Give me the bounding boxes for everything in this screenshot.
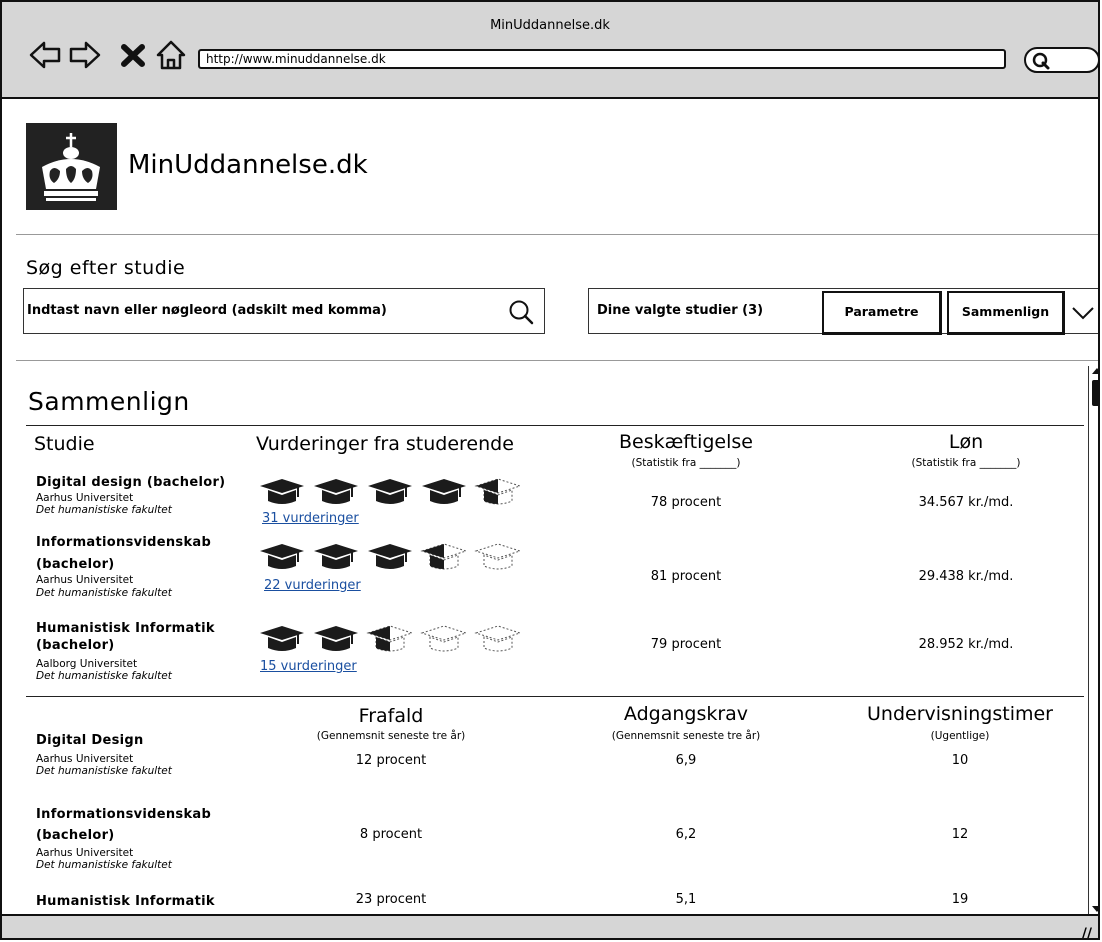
- site-name: MinUddannelse.dk: [128, 150, 368, 180]
- employment-value: 79 procent: [650, 637, 722, 652]
- dropout-value: 12 procent: [355, 753, 427, 768]
- study-name: Humanistisk Informatik: [36, 894, 215, 909]
- divider: [26, 425, 1084, 426]
- admission-value: 5,1: [675, 892, 697, 907]
- hours-value: 12: [951, 827, 969, 842]
- graduation-cap-icon: [474, 478, 522, 505]
- faculty-name: Det humanistiske fakultet: [36, 670, 172, 682]
- hours-value: 10: [951, 753, 969, 768]
- column-header-admission: Adgangskrav: [623, 703, 749, 725]
- graduation-cap-icon: [474, 543, 522, 570]
- study-name: Informationsvidenskab: [36, 535, 212, 550]
- university-name: Aarhus Universitet: [36, 492, 134, 504]
- crown-icon: [26, 123, 117, 210]
- scroll-up-arrow-icon[interactable]: [1092, 368, 1098, 374]
- graduation-cap-icon: [260, 479, 304, 504]
- divider: [16, 234, 1098, 235]
- search-label: Søg efter studie: [26, 257, 186, 279]
- graduation-cap-icon: [314, 544, 358, 569]
- graduation-cap-icon: [474, 625, 522, 652]
- faculty-name: Det humanistiske fakultet: [36, 504, 172, 516]
- university-name: Aarhus Universitet: [36, 574, 134, 586]
- browser-search-field[interactable]: [1024, 47, 1098, 73]
- compare-button[interactable]: Sammenlign: [947, 291, 1065, 335]
- hours-value: 19: [951, 892, 969, 907]
- graduation-cap-icon: [422, 479, 466, 504]
- graduation-cap-icon: [260, 626, 304, 651]
- graduation-cap-icon: [420, 543, 468, 570]
- scroll-down-arrow-icon[interactable]: [1092, 906, 1098, 912]
- home-icon[interactable]: [154, 38, 188, 72]
- ratings-link[interactable]: 31 vurderinger: [262, 511, 359, 526]
- study-name-suffix: (bachelor): [36, 828, 115, 843]
- study-name: Digital design (bachelor): [36, 475, 226, 490]
- column-header-salary: Løn: [948, 431, 984, 453]
- university-name: Aalborg Universitet: [36, 658, 138, 670]
- arrow-left-icon[interactable]: [28, 38, 62, 72]
- column-subheader-hours: (Ugentlige): [930, 730, 990, 742]
- column-header-ratings: Vurderinger fra studerende: [256, 433, 514, 455]
- column-header-hours: Undervisningstimer: [867, 703, 1053, 725]
- ratings-link[interactable]: 15 vurderinger: [260, 659, 357, 674]
- salary-value: 29.438 kr./md.: [918, 569, 1014, 584]
- compare-panel: Sammenlign Studie Vurderinger fra studer…: [16, 361, 1088, 913]
- rating-caps: [258, 542, 522, 572]
- graduation-cap-icon: [420, 625, 468, 652]
- window-title: MinUddannelse.dk: [490, 18, 610, 33]
- study-name: Informationsvidenskab: [36, 807, 212, 822]
- graduation-cap-icon: [314, 479, 358, 504]
- page-title: Sammenlign: [28, 387, 190, 416]
- browser-window: MinUddannelse.dk http://www.minuddannels…: [0, 0, 1100, 940]
- resize-grip-icon[interactable]: //: [1082, 926, 1092, 938]
- employment-value: 81 procent: [650, 569, 722, 584]
- faculty-name: Det humanistiske fakultet: [36, 765, 172, 777]
- admission-value: 6,2: [675, 827, 697, 842]
- study-name: Humanistisk Informatik: [36, 621, 215, 636]
- faculty-name: Det humanistiske fakultet: [36, 859, 172, 871]
- arrow-right-icon[interactable]: [68, 38, 102, 72]
- salary-value: 34.567 kr./md.: [918, 495, 1014, 510]
- column-header-employment: Beskæftigelse: [619, 431, 753, 453]
- address-bar[interactable]: http://www.minuddannelse.dk: [198, 49, 1006, 69]
- column-header-dropout: Frafald: [358, 705, 424, 727]
- dropout-value: 23 procent: [355, 892, 427, 907]
- university-name: Aarhus Universitet: [36, 847, 134, 859]
- selected-studies-label: Dine valgte studier (3): [597, 303, 764, 318]
- graduation-cap-icon: [260, 544, 304, 569]
- study-name-suffix: (bachelor): [36, 638, 115, 653]
- divider: [26, 696, 1084, 697]
- parameters-button[interactable]: Parametre: [822, 291, 942, 335]
- scroll-thumb[interactable]: [1092, 380, 1098, 406]
- search-icon: [1032, 52, 1050, 70]
- search-input[interactable]: Indtast navn eller nøgleord (adskilt med…: [23, 288, 545, 334]
- search-icon[interactable]: [508, 299, 534, 325]
- salary-value: 28.952 kr./md.: [918, 637, 1014, 652]
- column-subheader-admission: (Gennemsnit seneste tre år): [611, 730, 761, 742]
- employment-value: 78 procent: [650, 495, 722, 510]
- close-icon[interactable]: [116, 38, 150, 72]
- column-subheader-employment: (Statistik fra _______): [631, 457, 741, 469]
- graduation-cap-icon: [366, 625, 414, 652]
- university-name: Aarhus Universitet: [36, 753, 134, 765]
- rating-caps: [258, 624, 522, 654]
- rating-caps: [258, 477, 522, 507]
- dropout-value: 8 procent: [359, 827, 423, 842]
- chevron-down-icon[interactable]: [1068, 298, 1098, 328]
- vertical-scrollbar[interactable]: [1088, 366, 1098, 914]
- graduation-cap-icon: [368, 544, 412, 569]
- search-placeholder: Indtast navn eller nøgleord (adskilt med…: [27, 303, 387, 318]
- ratings-link[interactable]: 22 vurderinger: [264, 578, 361, 593]
- graduation-cap-icon: [368, 479, 412, 504]
- study-name: Digital Design: [36, 733, 144, 748]
- study-name-suffix: (bachelor): [36, 557, 115, 572]
- status-bar: //: [2, 914, 1098, 938]
- browser-chrome: MinUddannelse.dk http://www.minuddannels…: [2, 2, 1098, 99]
- column-subheader-salary: (Statistik fra _______): [911, 457, 1021, 469]
- faculty-name: Det humanistiske fakultet: [36, 587, 172, 599]
- column-subheader-dropout: (Gennemsnit seneste tre år): [316, 730, 466, 742]
- admission-value: 6,9: [675, 753, 697, 768]
- graduation-cap-icon: [314, 626, 358, 651]
- column-header-study: Studie: [34, 433, 95, 455]
